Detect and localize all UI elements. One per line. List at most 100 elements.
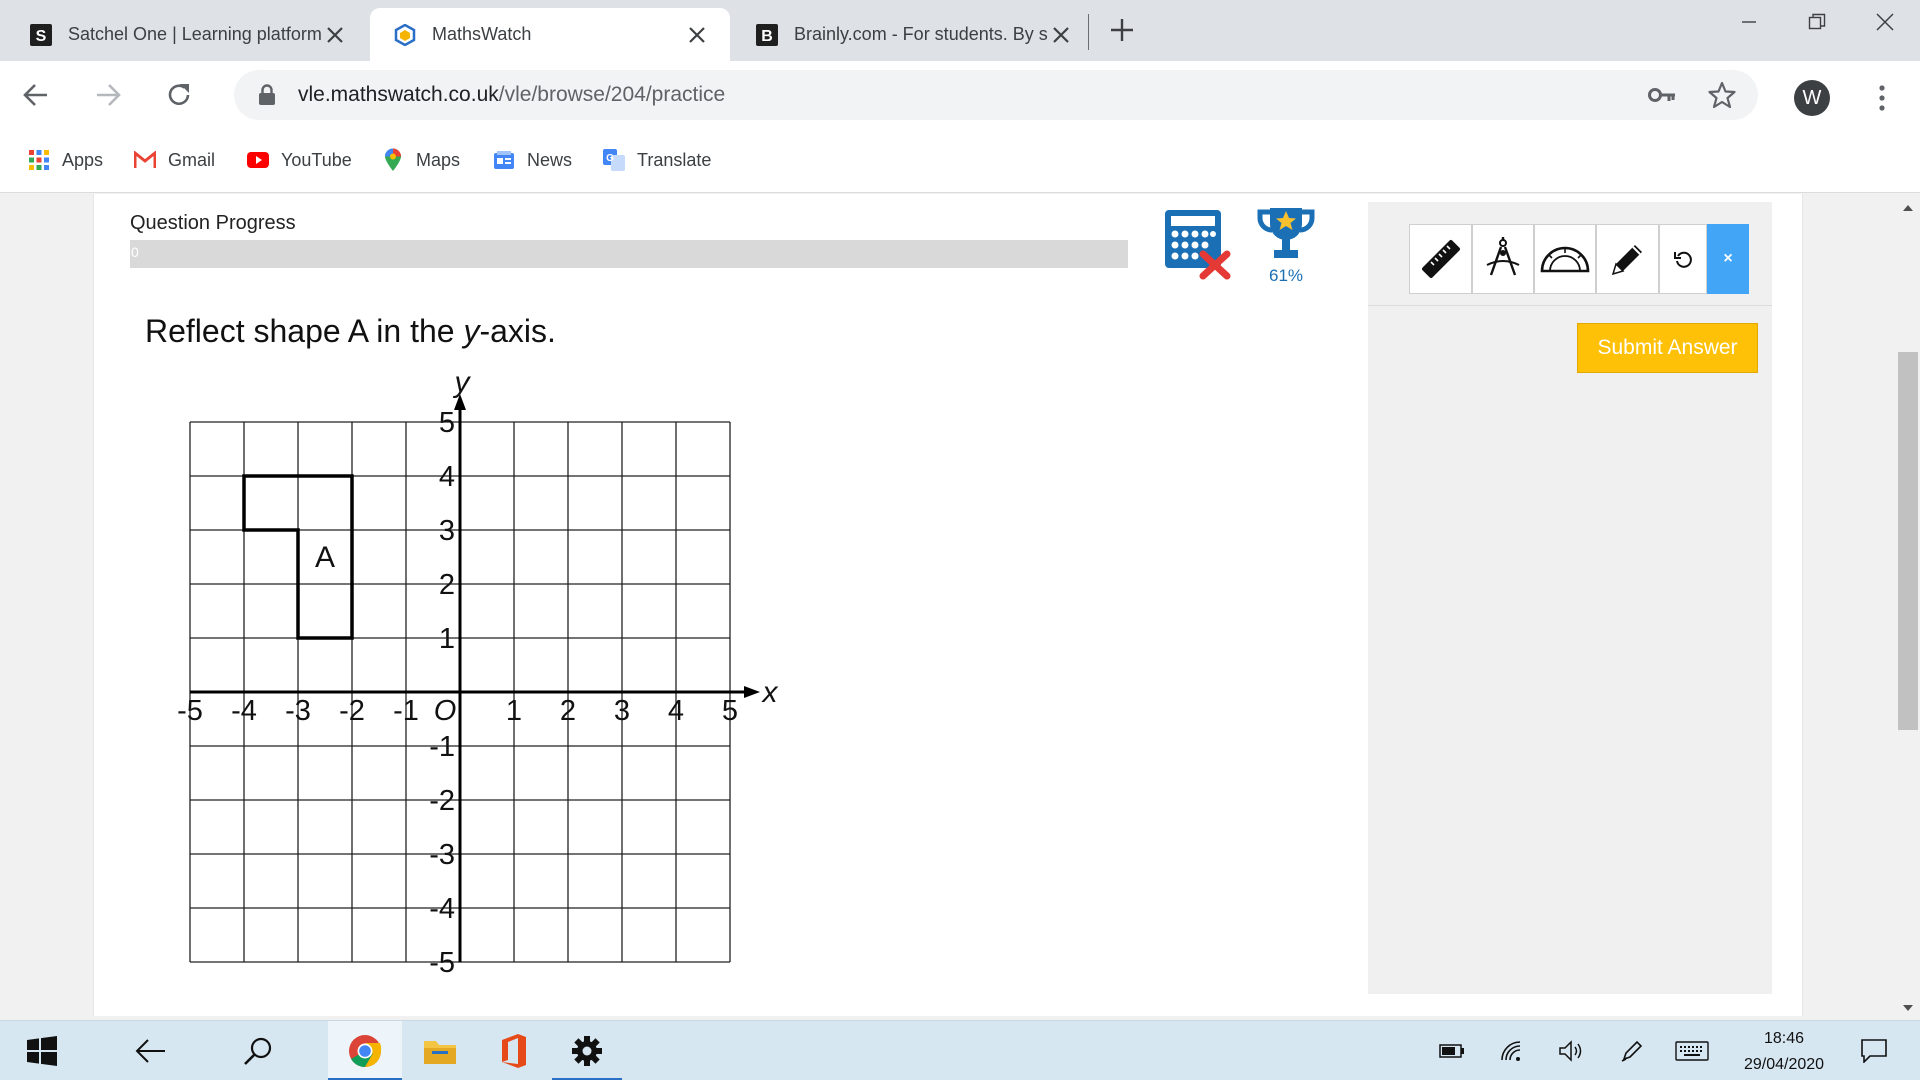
- tab-satchel-one[interactable]: S Satchel One | Learning platform: [6, 8, 368, 61]
- bookmark-maps[interactable]: Maps: [382, 148, 460, 172]
- coordinate-grid[interactable]: -5 -4 -3 -2 -1 1 2 3 4 5 5 4 3 2 1 -1 -2 -3 -4 -5 Ox y A: [168, 362, 788, 982]
- back-icon[interactable]: [18, 77, 54, 113]
- minimize-icon[interactable]: [1714, 0, 1784, 44]
- scroll-down-icon[interactable]: [1900, 1000, 1916, 1016]
- svg-text:S: S: [36, 28, 47, 45]
- ruler-tool-button[interactable]: [1409, 224, 1472, 294]
- chrome-icon[interactable]: [328, 1021, 402, 1080]
- x-tick-label: 5: [722, 695, 738, 727]
- brainly-icon: B: [756, 23, 778, 46]
- x-axis-label: x: [761, 676, 779, 709]
- apps-grid-icon: [28, 149, 50, 171]
- submit-answer-button[interactable]: Submit Answer: [1577, 323, 1758, 373]
- x-tick-label: 4: [668, 695, 684, 727]
- question-text: Reflect shape A in the y-axis.: [145, 313, 556, 349]
- x-tick-label: -4: [231, 695, 257, 727]
- bookmark-youtube[interactable]: YouTube: [247, 148, 352, 172]
- x-axis-arrow: [744, 686, 760, 698]
- system-clock[interactable]: 18:46 29/04/2020: [1724, 1026, 1844, 1078]
- close-tools-button[interactable]: ×: [1707, 224, 1749, 294]
- pen-icon[interactable]: [1616, 1021, 1648, 1080]
- settings-icon[interactable]: [552, 1021, 622, 1080]
- bookmark-label: Translate: [637, 149, 712, 170]
- bookmark-label: Apps: [62, 149, 104, 170]
- y-tick-label: 2: [439, 569, 455, 601]
- address-bar[interactable]: vle.mathswatch.co.uk/vle/browse/204/prac…: [234, 70, 1758, 120]
- file-explorer-icon[interactable]: [404, 1021, 476, 1080]
- y-tick-label: -4: [429, 893, 455, 925]
- bookmark-translate[interactable]: G Translate: [603, 148, 711, 172]
- protractor-icon: [1540, 243, 1590, 275]
- battery-icon[interactable]: [1436, 1021, 1468, 1080]
- clock-date: 29/04/2020: [1743, 1056, 1825, 1073]
- news-icon: [493, 149, 515, 171]
- origin-label: O: [434, 695, 457, 727]
- close-tab-icon[interactable]: [684, 22, 710, 48]
- x-tick-label: 3: [614, 695, 630, 727]
- menu-dots-icon[interactable]: [1868, 80, 1896, 116]
- translate-icon: G: [603, 149, 625, 171]
- scroll-up-icon[interactable]: [1900, 200, 1916, 216]
- bookmark-gmail[interactable]: Gmail: [134, 148, 215, 172]
- progress-label: Question Progress: [130, 212, 296, 234]
- close-tab-icon[interactable]: [322, 22, 348, 48]
- tab-title: Brainly.com - For students. By students: [794, 24, 1048, 44]
- x-tick-label: 1: [506, 695, 522, 727]
- maps-icon: [382, 148, 404, 171]
- windows-taskbar: 18:46 29/04/2020: [0, 1020, 1920, 1080]
- bookmark-apps[interactable]: Apps: [28, 148, 103, 172]
- tab-strip: S Satchel One | Learning platform MathsW…: [0, 0, 1920, 61]
- x-tick-label: -3: [285, 695, 311, 727]
- back-arrow-icon[interactable]: [112, 1021, 188, 1080]
- close-tab-icon[interactable]: [1048, 22, 1074, 48]
- scrollbar-thumb[interactable]: [1898, 352, 1918, 730]
- volume-icon[interactable]: [1556, 1021, 1588, 1080]
- y-tick-label: 4: [439, 461, 455, 493]
- svg-text:G: G: [606, 153, 614, 164]
- pencil-tool-button[interactable]: [1596, 224, 1659, 294]
- forward-icon[interactable]: [90, 77, 126, 113]
- tab-mathswatch[interactable]: MathsWatch: [370, 8, 730, 61]
- keyboard-icon[interactable]: [1672, 1021, 1712, 1080]
- calculator-not-allowed-icon: [1163, 208, 1233, 280]
- search-icon[interactable]: [220, 1021, 296, 1080]
- x-tick-label: 2: [560, 695, 576, 727]
- y-tick-label: -3: [429, 839, 455, 871]
- compass-tool-button[interactable]: [1472, 224, 1534, 294]
- mathswatch-icon: [394, 23, 416, 46]
- y-tick-label: -2: [429, 785, 455, 817]
- y-axis-label: y: [453, 366, 472, 399]
- satchel-icon: S: [30, 23, 52, 46]
- lock-icon[interactable]: [258, 84, 276, 106]
- tab-brainly[interactable]: B Brainly.com - For students. By student…: [732, 8, 1094, 61]
- x-tick-label: -1: [393, 695, 419, 727]
- wifi-icon[interactable]: [1496, 1021, 1528, 1080]
- new-tab-icon[interactable]: [1104, 12, 1140, 48]
- bookmarks-bar: Apps Gmail YouTube Maps News G Translate: [0, 128, 1920, 193]
- protractor-tool-button[interactable]: [1534, 224, 1596, 294]
- bookmark-news[interactable]: News: [493, 148, 572, 172]
- avatar[interactable]: W: [1794, 80, 1830, 116]
- office-icon[interactable]: [478, 1021, 550, 1080]
- trophy-percent: 61%: [1268, 266, 1304, 285]
- close-window-icon[interactable]: [1850, 0, 1920, 44]
- pencil-icon: [1609, 240, 1647, 278]
- bookmark-star-icon[interactable]: [1708, 81, 1736, 109]
- notifications-icon[interactable]: [1854, 1021, 1894, 1080]
- bookmark-label: News: [527, 149, 573, 170]
- windows-start-icon[interactable]: [0, 1021, 84, 1080]
- compass-icon: [1481, 235, 1525, 283]
- gmail-icon: [134, 149, 156, 171]
- restore-icon[interactable]: [1782, 0, 1852, 44]
- progress-bar: [130, 240, 1128, 268]
- x-tick-label: -5: [177, 695, 203, 727]
- y-tick-label: 1: [439, 623, 455, 655]
- clock-time: 18:46: [1763, 1030, 1805, 1047]
- url-text[interactable]: vle.mathswatch.co.uk/vle/browse/204/prac…: [298, 83, 725, 107]
- x-tick-label: -2: [339, 695, 365, 727]
- reload-icon[interactable]: [161, 77, 197, 113]
- key-icon[interactable]: [1648, 81, 1676, 109]
- undo-button[interactable]: [1659, 224, 1707, 294]
- tab-separator: [1088, 14, 1089, 50]
- svg-text:B: B: [761, 28, 773, 45]
